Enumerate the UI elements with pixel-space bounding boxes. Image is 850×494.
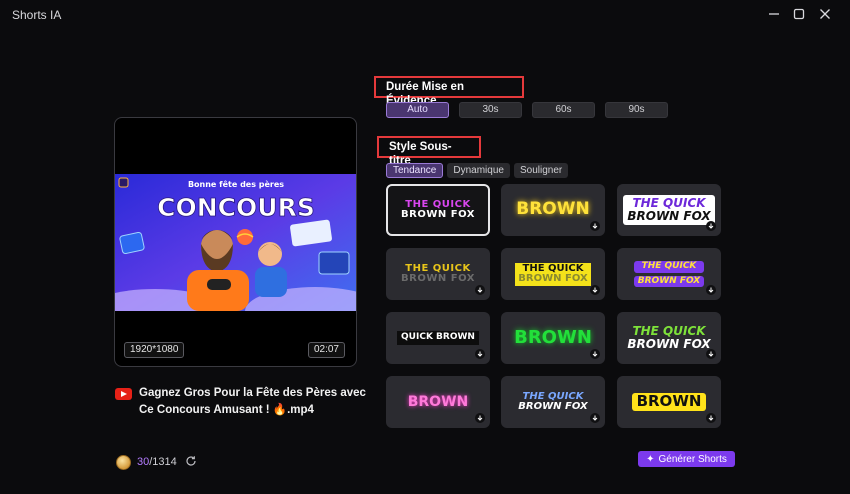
download-icon[interactable] [706,349,716,359]
style-preset-6[interactable]: THE QUICK BROWN FOX [617,248,721,300]
preset-9-line2: BROWN FOX [627,337,711,351]
close-button[interactable] [814,4,836,24]
tab-dynamique[interactable]: Dynamique [447,163,510,178]
highlight-duration-options: Auto 30s 60s 90s [386,102,668,118]
download-icon[interactable] [590,285,600,295]
coin-icon [116,454,131,470]
credits-counter: 30 /1314 [116,454,197,470]
download-icon[interactable] [475,285,485,295]
preset-1-line1: THE QUICK [405,198,471,210]
video-file-name: Gagnez Gros Pour la Fête des Pères avec … [139,387,366,416]
style-preset-7[interactable]: QUICK BROWN [386,312,490,364]
credits-used: 30 [137,456,150,468]
video-file-info: Gagnez Gros Pour la Fête des Pères avec … [115,385,375,419]
style-preset-2[interactable]: BROWN [501,184,605,236]
youtube-icon [115,388,132,400]
style-preset-4[interactable]: THE QUICK BROWN FOX [386,248,490,300]
style-preset-5[interactable]: THE QUICK BROWN FOX [501,248,605,300]
preset-5-line2: BROWN FOX [518,273,588,284]
highlight-duration-label: Durée Mise en Évidence [374,76,524,107]
tab-souligner[interactable]: Souligner [513,163,569,178]
download-icon[interactable] [706,285,716,295]
video-preview[interactable]: Bonne fête des pères CONCOURS 1920*1080 … [114,117,357,367]
preset-8-line1: BROWN [514,326,592,348]
generate-shorts-label: Générer Shorts [658,453,727,465]
sparkle-icon: ✦ [646,453,655,465]
duration-option-60s[interactable]: 60s [532,102,595,118]
thumbnail-headline: CONCOURS [157,193,315,222]
credits-total: /1314 [149,456,177,468]
style-preset-12[interactable]: BROWN [617,376,721,428]
duration-option-90s[interactable]: 90s [605,102,668,118]
thumbnail-title: Bonne fête des pères [188,179,284,189]
duration-option-30s[interactable]: 30s [459,102,522,118]
minimize-button[interactable] [763,4,785,24]
style-preset-11[interactable]: THE QUICK BROWN FOX [501,376,605,428]
title-bar: Shorts IA [0,0,850,30]
maximize-button[interactable] [788,4,810,24]
download-icon[interactable] [706,413,716,423]
download-icon[interactable] [706,221,716,231]
tab-tendance[interactable]: Tendance [386,163,444,178]
preset-7-line1: QUICK BROWN [397,331,479,345]
style-preset-9[interactable]: THE QUICK BROWN FOX [617,312,721,364]
duration-badge: 02:07 [307,342,345,358]
subtitle-style-label: Style Sous-titre [377,136,481,167]
preset-11-line2: BROWN FOX [518,401,588,412]
download-icon[interactable] [475,349,485,359]
generate-shorts-button[interactable]: ✦ Générer Shorts [638,451,735,467]
download-icon[interactable] [590,221,600,231]
download-icon[interactable] [590,349,600,359]
preset-2-line1: BROWN [516,199,590,220]
resolution-badge: 1920*1080 [124,342,185,358]
duration-option-auto[interactable]: Auto [386,102,449,118]
preset-12-line1: BROWN [631,393,707,411]
download-icon[interactable] [590,413,600,423]
style-preset-3[interactable]: THE QUICK BROWN FOX [617,184,721,236]
preset-3-line2: BROWN FOX [627,209,711,223]
preset-6-line1: THE QUICK [633,261,705,273]
style-preset-8[interactable]: BROWN [501,312,605,364]
preset-6-line2: BROWN FOX [633,275,705,287]
app-title: Shorts IA [12,8,62,22]
style-preset-1[interactable]: THE QUICK BROWN FOX [386,184,490,236]
video-thumbnail: Bonne fête des pères CONCOURS [115,174,356,311]
refresh-icon[interactable] [185,455,197,470]
preset-1-line2: BROWN FOX [401,209,475,220]
subtitle-style-tabs: Tendance Dynamique Souligner [386,163,569,178]
download-icon[interactable] [475,413,485,423]
style-preset-10[interactable]: BROWN [386,376,490,428]
preset-4-line2: BROWN FOX [401,273,475,284]
preset-10-line1: BROWN [407,393,469,410]
